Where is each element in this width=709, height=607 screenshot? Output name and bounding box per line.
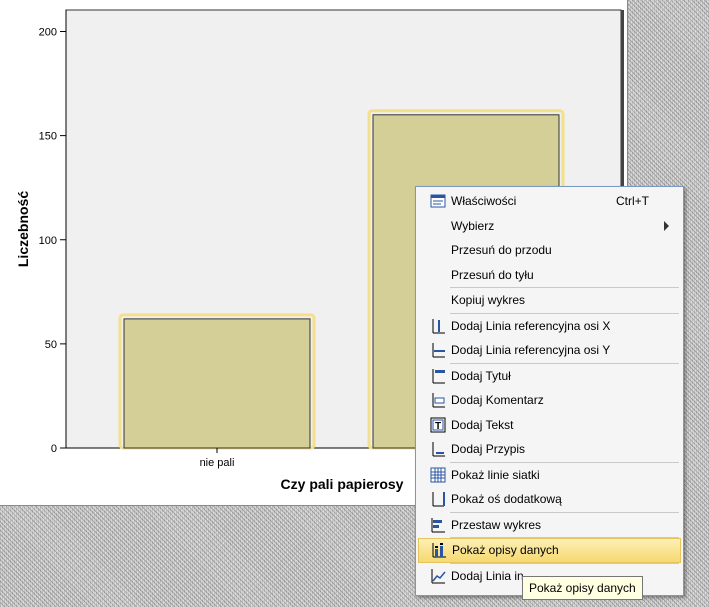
y-tick-label: 0 (51, 443, 57, 455)
transpose-chart-icon (428, 516, 448, 534)
gridlines-icon (428, 466, 448, 484)
x-axis-label: Czy pali papierosy (281, 476, 404, 492)
y-axis-label: Liczebność (15, 191, 31, 267)
menu-item-add-footnote[interactable]: Dodaj Przypis (418, 437, 681, 462)
context-menu: Właściwości Ctrl+T Wybierz Przesuń do pr… (415, 186, 684, 596)
x-tick-label: nie pali (200, 457, 235, 469)
x-reference-line-icon (428, 317, 448, 335)
menu-item-show-gridlines[interactable]: Pokaż linie siatki (418, 463, 681, 488)
menu-item-add-title[interactable]: Dodaj Tytuł (418, 364, 681, 389)
text-box-icon: T (428, 416, 448, 434)
menu-item-copy-chart[interactable]: Kopiuj wykres (418, 288, 681, 313)
menu-item-add-comment[interactable]: Dodaj Komentarz (418, 388, 681, 413)
menu-item-transpose-chart[interactable]: Przestaw wykres (418, 513, 681, 538)
y-tick-label: 200 (39, 27, 57, 39)
menu-item-bring-forward[interactable]: Przesuń do przodu (418, 238, 681, 263)
menu-item-send-backward[interactable]: Przesuń do tyłu (418, 263, 681, 288)
y-tick-label: 50 (45, 339, 57, 351)
shortcut-text: Ctrl+T (616, 194, 649, 209)
menu-item-show-secondary-axis[interactable]: Pokaż oś dodatkową (418, 487, 681, 512)
data-labels-icon (429, 541, 449, 559)
menu-item-properties[interactable]: Właściwości Ctrl+T (418, 189, 681, 214)
menu-item-add-y-reference-line[interactable]: Dodaj Linia referencyjna osi Y (418, 338, 681, 363)
bar-nie-pali[interactable] (123, 318, 311, 449)
svg-text:T: T (435, 421, 441, 432)
y-reference-line-icon (428, 341, 448, 359)
title-icon (428, 367, 448, 385)
tooltip: Pokaż opisy danych (522, 576, 643, 600)
menu-item-add-text[interactable]: T Dodaj Tekst (418, 413, 681, 438)
submenu-arrow-icon (664, 220, 669, 231)
menu-item-add-x-reference-line[interactable]: Dodaj Linia referencyjna osi X (418, 314, 681, 339)
y-tick-label: 100 (39, 235, 57, 247)
menu-item-show-data-labels[interactable]: Pokaż opisy danych (418, 538, 681, 563)
properties-icon (428, 192, 448, 210)
comment-icon (428, 391, 448, 409)
menu-item-select[interactable]: Wybierz (418, 214, 681, 239)
footnote-icon (428, 440, 448, 458)
secondary-axis-icon (428, 490, 448, 508)
y-tick-label: 150 (39, 131, 57, 143)
interpolation-line-icon (428, 567, 448, 585)
